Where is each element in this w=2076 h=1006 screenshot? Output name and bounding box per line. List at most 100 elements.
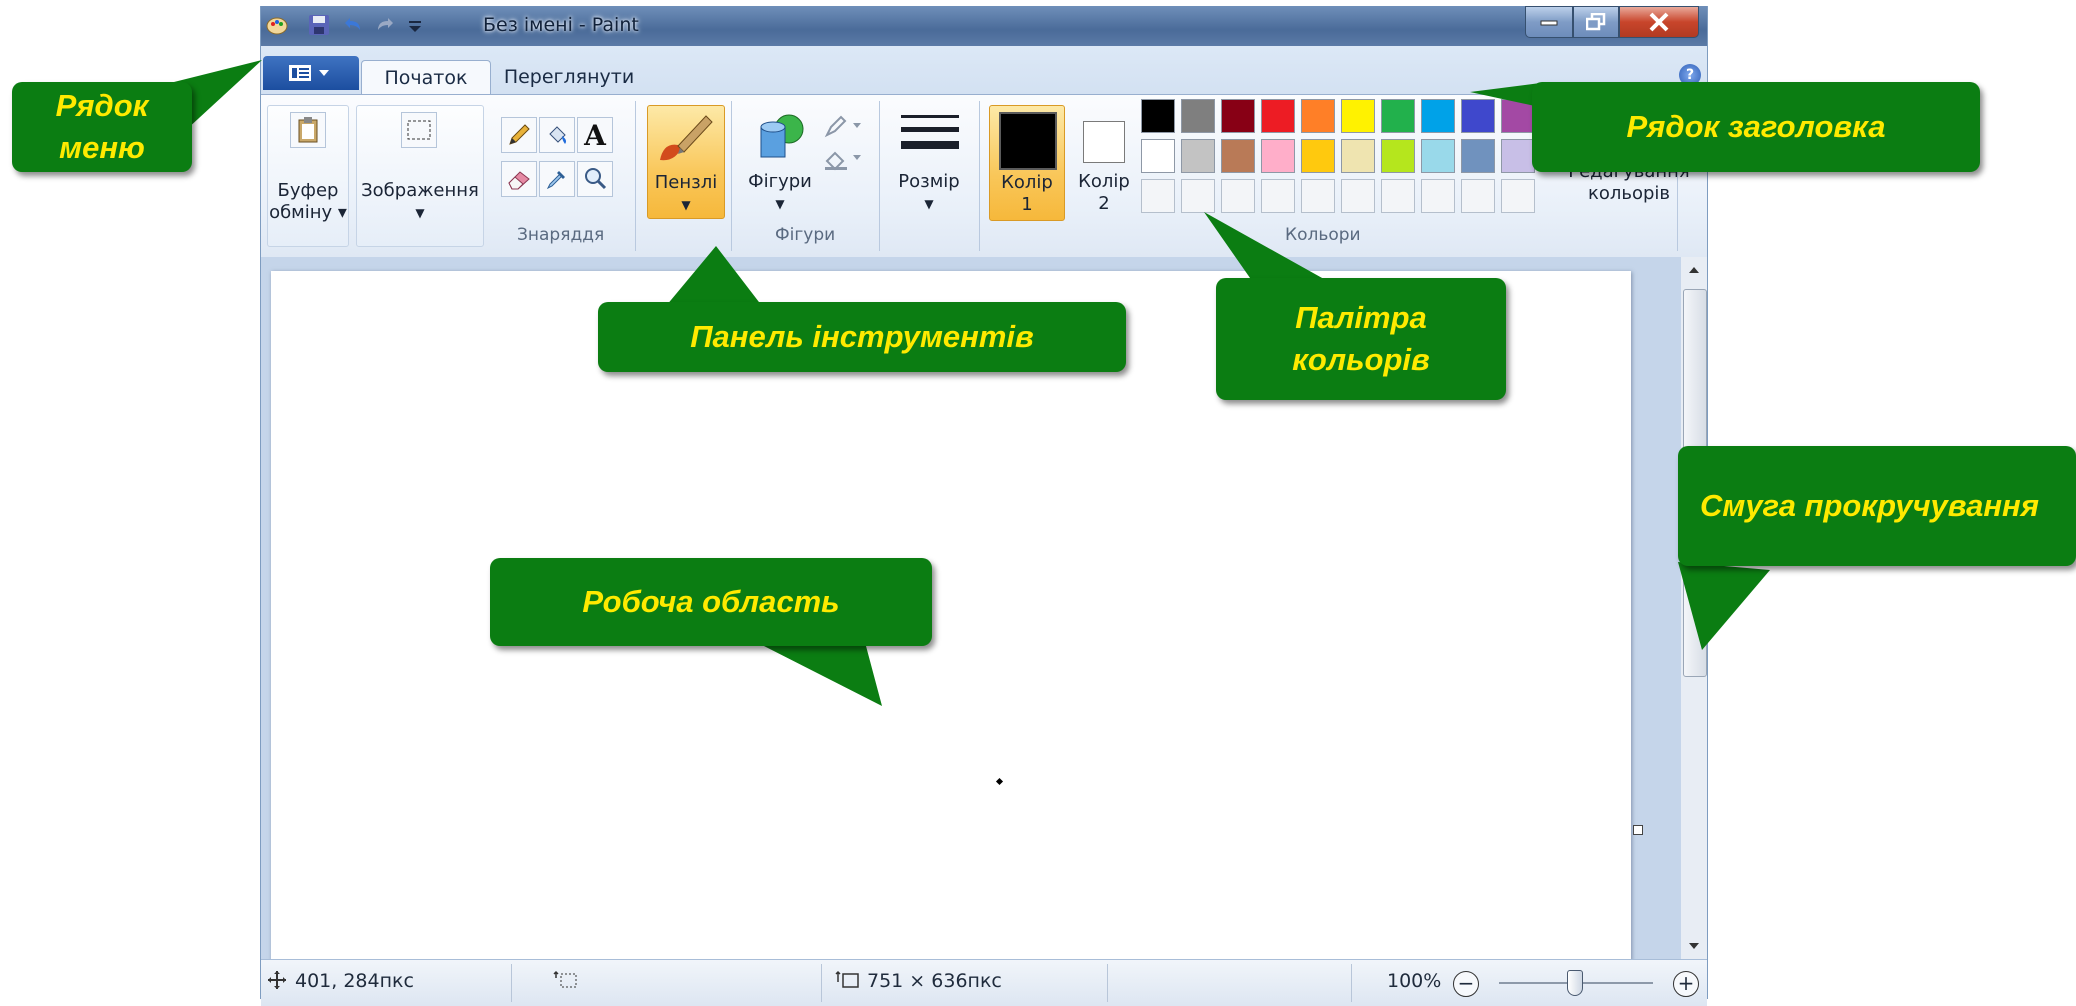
- file-menu-button[interactable]: [263, 56, 359, 90]
- paint-app-icon[interactable]: [265, 13, 289, 37]
- vertical-scrollbar[interactable]: [1631, 257, 1707, 959]
- image-dropdown-icon: ▼: [415, 206, 425, 220]
- tab-view[interactable]: Переглянути: [499, 60, 639, 94]
- palette-swatch[interactable]: [1181, 139, 1215, 173]
- palette-swatch[interactable]: [1341, 99, 1375, 133]
- image-button[interactable]: Зображення ▼: [356, 105, 484, 247]
- brush-icon: [660, 115, 713, 161]
- shapes-button[interactable]: Фігури ▼: [743, 105, 817, 217]
- quick-access-dropdown-icon[interactable]: [403, 13, 427, 37]
- palette-swatch[interactable]: [1501, 99, 1535, 133]
- color-picker-icon[interactable]: [539, 161, 575, 197]
- select-rectangle-icon: [401, 112, 437, 148]
- canvas-size-icon: [835, 970, 861, 997]
- palette-swatch[interactable]: [1421, 139, 1455, 173]
- scroll-down-icon[interactable]: [1681, 933, 1707, 959]
- palette-swatch-empty[interactable]: [1221, 179, 1255, 213]
- palette-swatch[interactable]: [1501, 139, 1535, 173]
- palette-swatch-empty[interactable]: [1461, 179, 1495, 213]
- palette-swatch-empty[interactable]: [1341, 179, 1375, 213]
- shapes-label: Фігури: [748, 171, 812, 192]
- size-button[interactable]: Розмір ▼: [889, 105, 969, 217]
- fill-icon[interactable]: [823, 145, 867, 173]
- maximize-button[interactable]: [1573, 6, 1619, 38]
- clipboard-label-2: обміну ▾: [269, 202, 347, 223]
- callout-title-bar: Рядок заголовка: [1532, 82, 1980, 172]
- title-bar: Без імені - Paint: [261, 6, 1707, 46]
- palette-swatch-empty[interactable]: [1501, 179, 1535, 213]
- callout-toolbar: Панель інструментів: [598, 302, 1126, 372]
- palette-swatch[interactable]: [1381, 99, 1415, 133]
- edit-colors-label-2: кольорів: [1587, 183, 1671, 204]
- palette-swatch[interactable]: [1261, 99, 1295, 133]
- color2-button[interactable]: Колір 2: [1067, 105, 1141, 219]
- palette-swatch[interactable]: [1421, 99, 1455, 133]
- color-palette: [1141, 95, 1581, 255]
- paint-window: Без імені - Paint Початок Переглянути ?: [260, 6, 1708, 1006]
- brushes-label: Пензлі: [654, 172, 718, 193]
- colors-group-label: Кольори: [1285, 225, 1361, 245]
- tools-group-label: Знаряддя: [517, 225, 605, 245]
- callout-palette: Палітра кольорів: [1216, 278, 1506, 400]
- fill-bucket-icon[interactable]: [539, 117, 575, 153]
- palette-swatch[interactable]: [1301, 99, 1335, 133]
- color2-swatch: [1083, 121, 1125, 163]
- minimize-button[interactable]: [1525, 6, 1573, 38]
- undo-icon[interactable]: [341, 13, 365, 37]
- window-controls: [1525, 6, 1699, 38]
- palette-swatch-empty[interactable]: [1381, 179, 1415, 213]
- ribbon-tab-row: Початок Переглянути ?: [261, 46, 1707, 95]
- line-width-icon: [901, 115, 959, 149]
- palette-swatch[interactable]: [1221, 99, 1255, 133]
- pencil-icon[interactable]: [501, 117, 537, 153]
- palette-swatch[interactable]: [1461, 139, 1495, 173]
- color1-swatch: [999, 112, 1057, 170]
- text-tool-icon[interactable]: A: [577, 117, 613, 153]
- palette-swatch[interactable]: [1461, 99, 1495, 133]
- callout-menu-bar: Рядок меню: [12, 82, 192, 172]
- palette-swatch[interactable]: [1341, 139, 1375, 173]
- clipboard-button[interactable]: Буфер обміну ▾: [267, 105, 349, 247]
- palette-swatch-empty[interactable]: [1141, 179, 1175, 213]
- palette-swatch-empty[interactable]: [1261, 179, 1295, 213]
- cursor-dot: [995, 777, 1004, 786]
- save-icon[interactable]: [307, 13, 331, 37]
- clipboard-icon: [290, 112, 326, 148]
- palette-swatch[interactable]: [1141, 139, 1175, 173]
- zoom-in-button[interactable]: +: [1673, 971, 1699, 997]
- palette-swatch-empty[interactable]: [1181, 179, 1215, 213]
- palette-swatch[interactable]: [1141, 99, 1175, 133]
- shapes-icon: [760, 114, 804, 158]
- brushes-button[interactable]: Пензлі ▼: [647, 105, 725, 219]
- palette-swatch[interactable]: [1221, 139, 1255, 173]
- tab-home[interactable]: Початок: [361, 60, 491, 95]
- redo-icon[interactable]: [373, 13, 397, 37]
- menu-icon: [289, 65, 329, 81]
- scroll-up-icon[interactable]: [1681, 257, 1707, 283]
- palette-swatch[interactable]: [1381, 139, 1415, 173]
- palette-swatch[interactable]: [1301, 139, 1335, 173]
- color2-label-1: Колір: [1078, 171, 1130, 192]
- outline-icon[interactable]: [823, 113, 867, 141]
- palette-swatch-empty[interactable]: [1301, 179, 1335, 213]
- magnifier-icon[interactable]: [577, 161, 613, 197]
- size-label: Розмір: [898, 171, 960, 192]
- selection-size-icon: [553, 970, 579, 997]
- minimize-icon: [1540, 20, 1558, 26]
- close-icon: [1649, 12, 1669, 32]
- eraser-icon[interactable]: [501, 161, 537, 197]
- window-title: Без імені - Paint: [483, 14, 639, 36]
- palette-swatch-empty[interactable]: [1421, 179, 1455, 213]
- zoom-slider-thumb[interactable]: [1567, 970, 1583, 996]
- clipboard-label-1: Буфер: [277, 180, 339, 201]
- close-button[interactable]: [1619, 6, 1699, 38]
- canvas-size: 751 × 636пкс: [867, 970, 1002, 992]
- image-label: Зображення: [361, 180, 479, 201]
- callout-workspace: Робоча область: [490, 558, 932, 646]
- color1-button[interactable]: Колір 1: [989, 105, 1065, 221]
- palette-swatch[interactable]: [1181, 99, 1215, 133]
- color1-label-1: Колір: [1001, 172, 1053, 193]
- palette-swatch[interactable]: [1261, 139, 1295, 173]
- callout-scrollbar: Смуга прокручування: [1678, 446, 2076, 566]
- zoom-out-button[interactable]: −: [1453, 971, 1479, 997]
